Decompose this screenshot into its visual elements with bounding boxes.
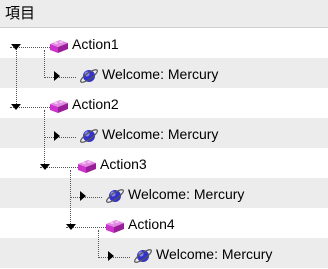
expand-arrow-icon[interactable] xyxy=(80,191,86,201)
tree-connector xyxy=(44,110,45,168)
tree-node-label[interactable]: Welcome: Mercury xyxy=(102,64,218,84)
column-header-label: 項目 xyxy=(5,5,36,22)
test-tree: Action1 Welcome: Mercury Action2 Welcome… xyxy=(0,28,328,269)
planet-orbit-icon xyxy=(134,249,152,263)
tree-node-label[interactable]: Welcome: Mercury xyxy=(102,124,218,144)
planet-orbit-icon xyxy=(106,189,124,203)
collapse-arrow-icon[interactable] xyxy=(66,224,76,230)
tree-connector xyxy=(44,50,45,78)
tree-connector xyxy=(44,137,76,138)
collapse-arrow-icon[interactable] xyxy=(11,104,21,110)
tree-connector xyxy=(98,230,99,258)
tree-node-label[interactable]: Action1 xyxy=(72,34,119,54)
tree-connector xyxy=(16,48,17,108)
collapse-arrow-icon[interactable] xyxy=(40,164,50,170)
planet-orbit-icon xyxy=(80,69,98,83)
planet-orbit-icon xyxy=(80,129,98,143)
expand-arrow-icon[interactable] xyxy=(54,131,60,141)
tree-connector xyxy=(70,197,102,198)
tree-node-label[interactable]: Action2 xyxy=(72,94,119,114)
column-header[interactable]: 項目 xyxy=(0,0,328,28)
tree-row[interactable] xyxy=(0,148,328,178)
action-block-icon xyxy=(50,40,68,53)
action-block-icon xyxy=(50,100,68,113)
tree-node-label[interactable]: Action4 xyxy=(128,214,175,234)
tree-connector xyxy=(98,257,130,258)
expand-arrow-icon[interactable] xyxy=(108,251,114,261)
collapse-arrow-icon[interactable] xyxy=(11,44,21,50)
tree-connector xyxy=(70,170,71,228)
action-block-icon xyxy=(106,220,124,233)
tree-node-label[interactable]: Welcome: Mercury xyxy=(128,184,244,204)
action-block-icon xyxy=(78,160,96,173)
tree-connector xyxy=(44,77,76,78)
tree-node-label[interactable]: Welcome: Mercury xyxy=(156,244,272,264)
expand-arrow-icon[interactable] xyxy=(54,71,60,81)
tree-node-label[interactable]: Action3 xyxy=(100,154,147,174)
